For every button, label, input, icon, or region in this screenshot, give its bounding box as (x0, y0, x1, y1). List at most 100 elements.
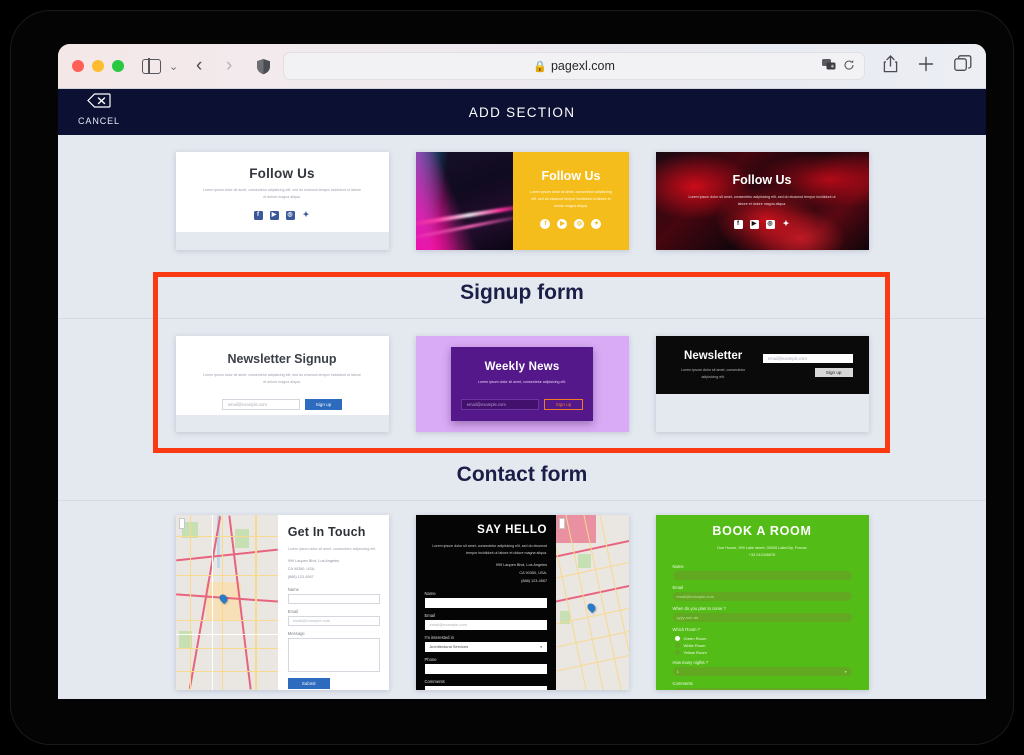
signup-button[interactable]: Sign up (543, 398, 584, 410)
radio-icon (674, 643, 680, 649)
email-label: Email (287, 608, 299, 614)
neon-city-photo (415, 152, 514, 250)
radio-label: White Room (683, 643, 706, 649)
card-title: Follow Us (541, 169, 601, 183)
card-address: 999 Laupen Blvd, Los Angeles CA 90350, U… (287, 558, 340, 579)
card-title: Get In Touch (287, 525, 366, 539)
email-input[interactable]: email@example.com (424, 619, 548, 630)
reload-icon[interactable] (843, 59, 855, 74)
tabs-icon[interactable] (954, 55, 972, 77)
email-input[interactable]: email@example.com (287, 615, 380, 626)
app-header: CANCEL ADD SECTION (58, 89, 986, 135)
card-title: Weekly News (484, 361, 560, 373)
privacy-shield-icon[interactable] (256, 58, 271, 75)
contact-form-row: Get In Touch Lorem ipsum dolor sit amet,… (58, 501, 986, 690)
chevron-down-icon[interactable]: ⌄ (169, 60, 178, 73)
template-card-follow-us-yellow[interactable]: Follow Us Lorem ipsum dolor sit amet, co… (415, 152, 629, 250)
room-choice-label: Which Room ? (672, 627, 700, 633)
new-tab-button[interactable] (918, 56, 934, 77)
comments-textarea[interactable] (424, 685, 548, 690)
card-body: Lorem ipsum dolor sit amet, consectetur … (530, 190, 612, 208)
template-card-weekly-news[interactable]: Weekly News Lorem ipsum dolor sit amet, … (415, 336, 629, 432)
arrival-date-input[interactable]: yyyy-mm-dd (672, 613, 852, 623)
email-input[interactable]: email@example.com (221, 398, 300, 410)
template-card-get-in-touch[interactable]: Get In Touch Lorem ipsum dolor sit amet,… (175, 515, 389, 690)
email-label: Email (672, 585, 683, 591)
instagram-icon: ◎ (285, 210, 295, 220)
back-button[interactable]: ‹ (184, 55, 214, 77)
browser-toolbar: ⌄ ‹ › 🔒 pagexl.com ✳ (58, 44, 986, 89)
signup-button[interactable]: Sign up (304, 398, 343, 410)
map-image (556, 515, 629, 690)
social-icons: f ▶ ◎ ✦ (513, 219, 628, 230)
close-window-button[interactable] (72, 60, 84, 72)
card-title: Newsletter (684, 349, 743, 362)
email-input[interactable]: email@example.com (460, 398, 539, 410)
device-bezel: ⌄ ‹ › 🔒 pagexl.com ✳ CANCEL ADD SECTION … (10, 10, 1014, 745)
card-title: Follow Us (249, 166, 315, 181)
template-card-newsletter-signup[interactable]: Newsletter Signup Lorem ipsum dolor sit … (175, 336, 389, 432)
signup-button[interactable]: Sign up (814, 367, 853, 377)
forward-button[interactable]: › (214, 55, 244, 77)
card-body: Lorem ipsum dolor sit amet, consectetur … (688, 195, 836, 206)
nights-select[interactable]: 1 ▾ (672, 667, 852, 677)
radio-option-white-room[interactable]: White Room (673, 641, 852, 649)
template-card-say-hello[interactable]: SAY HELLO Lorem ipsum dolor sit amet, co… (415, 515, 629, 690)
template-card-newsletter-black[interactable]: Newsletter Lorem ipsum dolor sit amet, c… (655, 336, 869, 432)
social-icons: f ▶ ◎ ✦ (656, 219, 869, 229)
name-input[interactable] (287, 593, 380, 604)
card-body: Lorem ipsum dolor sit amet, consectetur … (681, 367, 746, 379)
radio-label: Yellow Room (683, 650, 707, 656)
instagram-icon: ◎ (574, 219, 585, 230)
template-card-follow-us-white[interactable]: Follow Us Lorem ipsum dolor sit amet, co… (175, 152, 389, 250)
phone-input[interactable] (424, 663, 548, 674)
facebook-icon: f (540, 219, 551, 230)
message-textarea[interactable] (287, 637, 380, 672)
template-card-book-a-room[interactable]: BOOK A ROOM Doe House, 999 Lake street, … (655, 515, 869, 690)
cancel-label: CANCEL (78, 116, 120, 126)
section-heading-signup-form: Signup form (58, 267, 986, 319)
signup-form-row: Newsletter Signup Lorem ipsum dolor sit … (58, 319, 986, 449)
share-icon[interactable] (883, 54, 898, 78)
name-input[interactable] (424, 597, 548, 608)
maximize-window-button[interactable] (112, 60, 124, 72)
cancel-button[interactable]: CANCEL (68, 93, 130, 126)
chevron-down-icon: ▾ (540, 644, 543, 649)
page-title: ADD SECTION (468, 104, 576, 120)
follow-us-row: Follow Us Lorem ipsum dolor sit amet, co… (58, 135, 986, 267)
section-picker-scroll-area[interactable]: Follow Us Lorem ipsum dolor sit amet, co… (58, 135, 986, 699)
card-body: Lorem ipsum dolor sit amet, consectetur … (432, 544, 548, 555)
interest-select[interactable]: Architectural Services ▾ (424, 641, 548, 652)
comments-textarea[interactable] (672, 688, 852, 690)
nights-value: 1 (676, 669, 679, 675)
lock-icon: 🔒 (533, 60, 547, 73)
instagram-icon: ◎ (765, 219, 775, 229)
url-text: pagexl.com (550, 59, 615, 73)
twitter-icon: ✦ (591, 219, 602, 230)
minimize-window-button[interactable] (92, 60, 104, 72)
youtube-icon: ▶ (557, 219, 568, 230)
template-card-follow-us-red[interactable]: Follow Us Lorem ipsum dolor sit amet, co… (655, 152, 869, 250)
card-title: Newsletter Signup (227, 352, 337, 366)
radio-icon (674, 636, 680, 642)
facebook-icon: f (253, 210, 263, 220)
window-controls[interactable] (72, 60, 124, 72)
card-address: Doe House, 999 Lake street, 00000 LakeCi… (717, 546, 807, 558)
signup-form: email@example.com Sign up (762, 353, 853, 377)
twitter-icon: ✦ (302, 210, 310, 220)
social-icons: f ▶ ◎ ✦ (176, 210, 389, 220)
svg-text:✳: ✳ (830, 64, 834, 70)
email-input[interactable]: email@example.com (672, 592, 852, 602)
name-input[interactable] (672, 571, 852, 581)
card-body: Lorem ipsum dolor sit amet, consectetur … (202, 188, 361, 199)
email-input[interactable]: email@example.com (762, 353, 853, 363)
radio-option-yellow-room[interactable]: Yellow Room (673, 648, 852, 656)
youtube-icon: ▶ (269, 210, 279, 220)
translate-icon[interactable]: ✳ (822, 58, 836, 74)
card-body: Lorem ipsum dolor sit amet, consectetur … (477, 380, 567, 384)
sidebar-icon[interactable] (140, 58, 162, 74)
radio-option-green-room[interactable]: Green Room (673, 634, 852, 642)
name-label: Name (672, 564, 684, 570)
address-bar[interactable]: 🔒 pagexl.com ✳ (283, 52, 865, 80)
submit-button[interactable]: Submit (287, 677, 330, 689)
